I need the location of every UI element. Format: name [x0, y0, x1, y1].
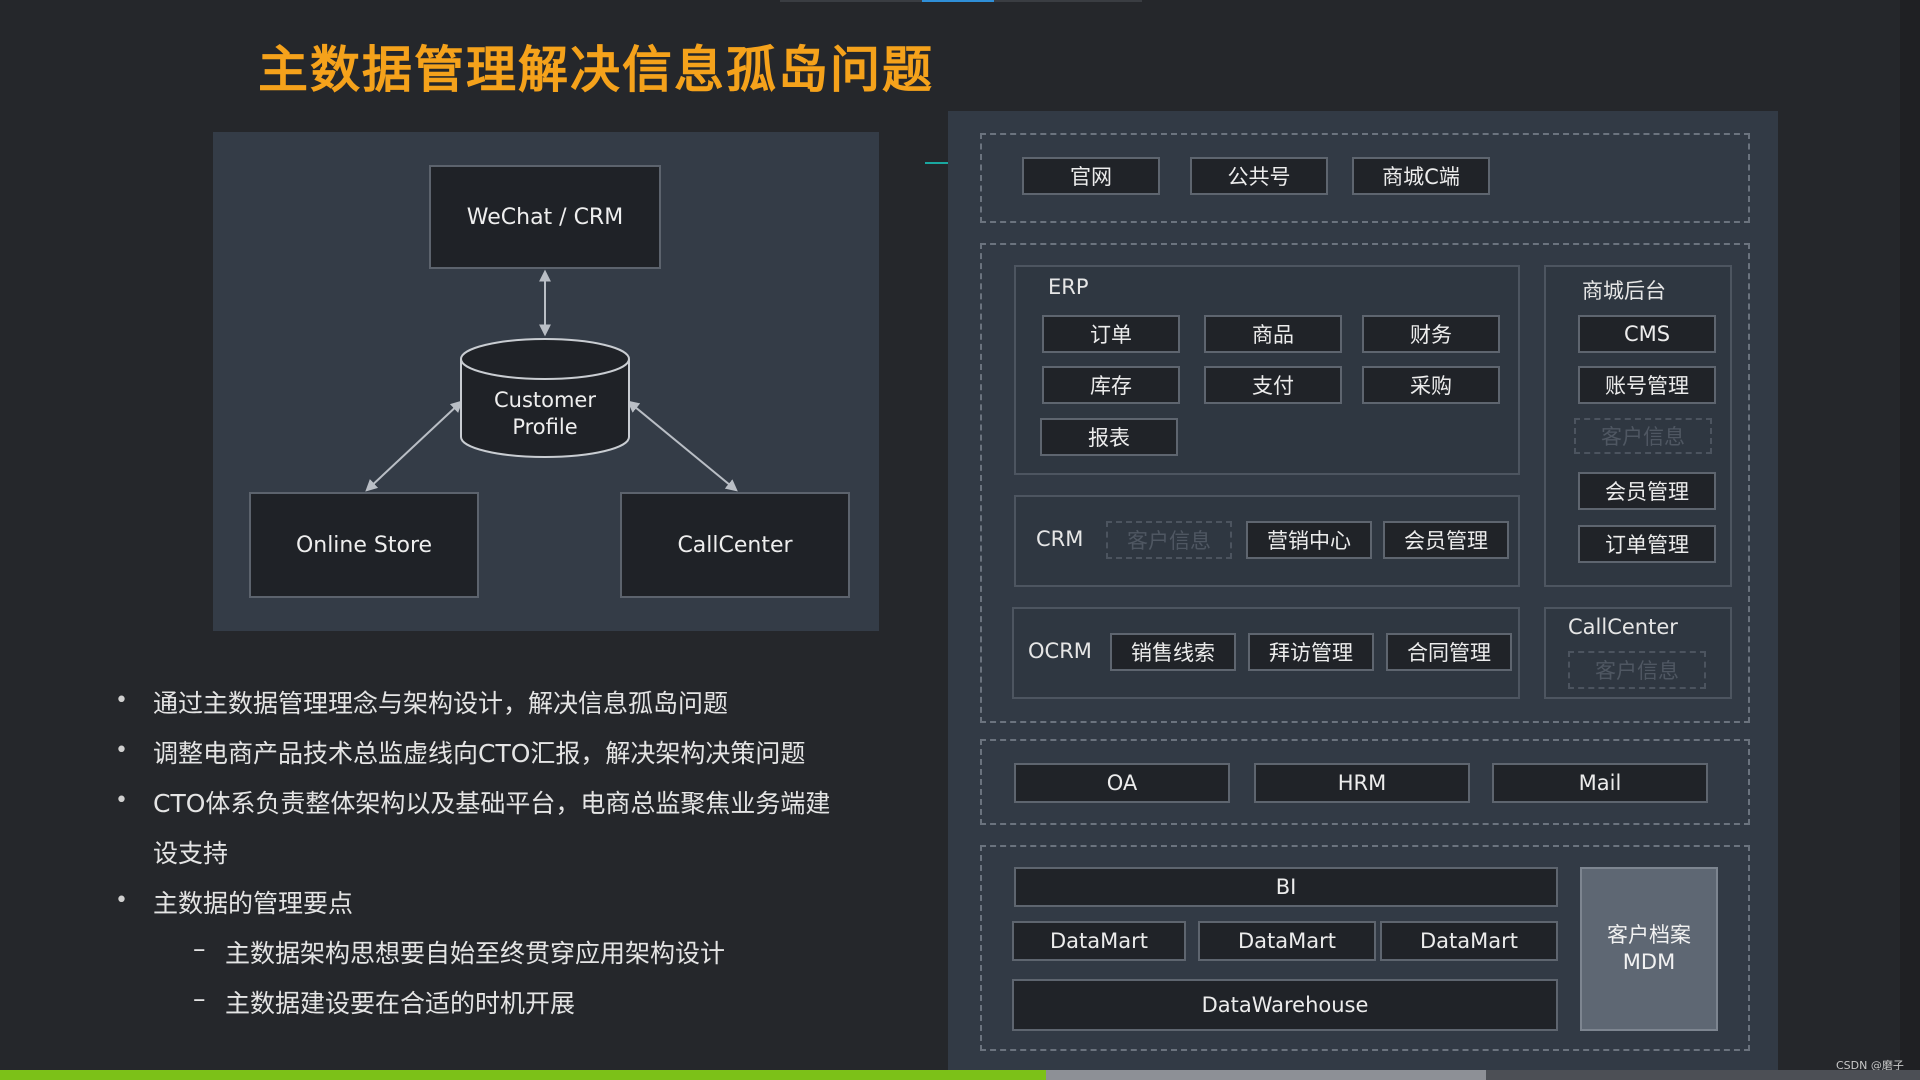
erp-module: 财务: [1362, 315, 1500, 353]
ocrm-system: OCRM 销售线索 拜访管理 合同管理: [1012, 607, 1520, 699]
datawarehouse-box: DataWarehouse: [1012, 979, 1558, 1031]
sub-bullet-marker: –: [193, 984, 206, 1013]
office-systems-group: OA HRM Mail: [980, 739, 1750, 825]
channel-mall-client: 商城C端: [1352, 157, 1490, 195]
channel-official-account: 公共号: [1190, 157, 1328, 195]
customer-profile-line2: Profile: [512, 415, 578, 439]
bullet-item: 主数据的管理要点: [153, 889, 354, 918]
customer-profile-diagram: WeChat / CRM Customer Profile Online Sto…: [213, 132, 879, 631]
accent-line: [925, 162, 949, 164]
business-systems-group: ERP 订单 商品 财务 库存 支付 采购 报表 商城后台 CMS 账号管理 客…: [980, 243, 1750, 723]
erp-module: 订单: [1042, 315, 1180, 353]
bullet-dot: •: [115, 888, 128, 913]
erp-module: 支付: [1204, 366, 1342, 404]
bullet-dot: •: [115, 788, 128, 813]
mdm-line2: MDM: [1622, 950, 1676, 974]
bullet-item: CTO体系负责整体架构以及基础平台，电商总监聚焦业务端建: [153, 789, 831, 818]
mdm-box: 客户档案 MDM: [1580, 867, 1718, 1031]
data-layer-group: BI DataMart DataMart DataMart DataWareho…: [980, 845, 1750, 1051]
top-indicator-active-segment: [922, 0, 994, 2]
mall-backend-label: 商城后台: [1582, 279, 1666, 303]
callcenter-node: CallCenter: [620, 492, 850, 598]
channel-group: 官网 公共号 商城C端: [980, 133, 1750, 223]
bullet-item: 调整电商产品技术总监虚线向CTO汇报，解决架构决策问题: [153, 739, 806, 768]
sub-bullet-marker: –: [193, 934, 206, 963]
bullet-item-continuation: 设支持: [153, 839, 229, 868]
callcenter-customer-info: 客户信息: [1568, 651, 1706, 689]
datamart-box: DataMart: [1198, 921, 1376, 961]
callcenter-system: CallCenter 客户信息: [1544, 607, 1732, 699]
erp-module: 库存: [1042, 366, 1180, 404]
arrow-profile-to-callcenter: [627, 400, 738, 492]
erp-label: ERP: [1048, 275, 1089, 299]
customer-profile-label: Customer Profile: [455, 387, 635, 441]
video-progress-fill: [0, 1070, 1047, 1080]
video-buffer-fill: [1046, 1070, 1486, 1080]
ocrm-module: 合同管理: [1386, 633, 1512, 671]
mall-backend-module: 订单管理: [1578, 525, 1716, 563]
online-store-node: Online Store: [249, 492, 479, 598]
erp-system: ERP 订单 商品 财务 库存 支付 采购 报表: [1014, 265, 1520, 475]
mdm-line1: 客户档案: [1607, 923, 1691, 947]
mall-backend-module: 账号管理: [1578, 366, 1716, 404]
wechat-crm-node: WeChat / CRM: [429, 165, 661, 269]
office-system-mail: Mail: [1492, 763, 1708, 803]
top-indicator-bar: [0, 0, 1920, 6]
bullet-dot: •: [115, 688, 128, 713]
top-indicator-segment: [780, 0, 922, 2]
crm-system: CRM 客户信息 营销中心 会员管理: [1014, 495, 1520, 587]
office-system-hrm: HRM: [1254, 763, 1470, 803]
datamart-box: DataMart: [1012, 921, 1186, 961]
top-indicator-segment: [994, 0, 1142, 2]
ocrm-module: 销售线索: [1110, 633, 1236, 671]
ocrm-module: 拜访管理: [1248, 633, 1374, 671]
callcenter-label: CallCenter: [1568, 615, 1678, 639]
sub-bullet-item: 主数据架构思想要自始至终贯穿应用架构设计: [225, 939, 726, 968]
crm-module: 会员管理: [1383, 521, 1509, 559]
mall-backend-module: CMS: [1578, 315, 1716, 353]
mall-backend-module: 会员管理: [1578, 472, 1716, 510]
erp-module: 报表: [1040, 418, 1178, 456]
bi-box: BI: [1014, 867, 1558, 907]
office-system-oa: OA: [1014, 763, 1230, 803]
slide-edge: [1900, 0, 1920, 1070]
customer-profile-line1: Customer: [493, 388, 596, 412]
crm-label: CRM: [1036, 527, 1084, 551]
bullet-item: 通过主数据管理理念与架构设计，解决信息孤岛问题: [153, 689, 729, 718]
architecture-diagram: 官网 公共号 商城C端 ERP 订单 商品 财务 库存 支付 采购 报表 商城后…: [948, 111, 1778, 1070]
crm-module: 营销中心: [1246, 521, 1372, 559]
bullet-dot: •: [115, 738, 128, 763]
slide-title: 主数据管理解决信息孤岛问题: [258, 41, 934, 99]
sub-bullet-item: 主数据建设要在合适的时机开展: [225, 989, 576, 1018]
crm-customer-info: 客户信息: [1106, 521, 1232, 559]
erp-module: 采购: [1362, 366, 1500, 404]
arrow-profile-to-online-store: [365, 400, 463, 492]
mall-backend-system: 商城后台 CMS 账号管理 客户信息 会员管理 订单管理: [1544, 265, 1732, 587]
video-progress-bar[interactable]: [0, 1070, 1920, 1080]
ocrm-label: OCRM: [1028, 639, 1092, 663]
mall-backend-customer-info: 客户信息: [1574, 418, 1712, 454]
erp-module: 商品: [1204, 315, 1342, 353]
datamart-box: DataMart: [1380, 921, 1558, 961]
channel-website: 官网: [1022, 157, 1160, 195]
